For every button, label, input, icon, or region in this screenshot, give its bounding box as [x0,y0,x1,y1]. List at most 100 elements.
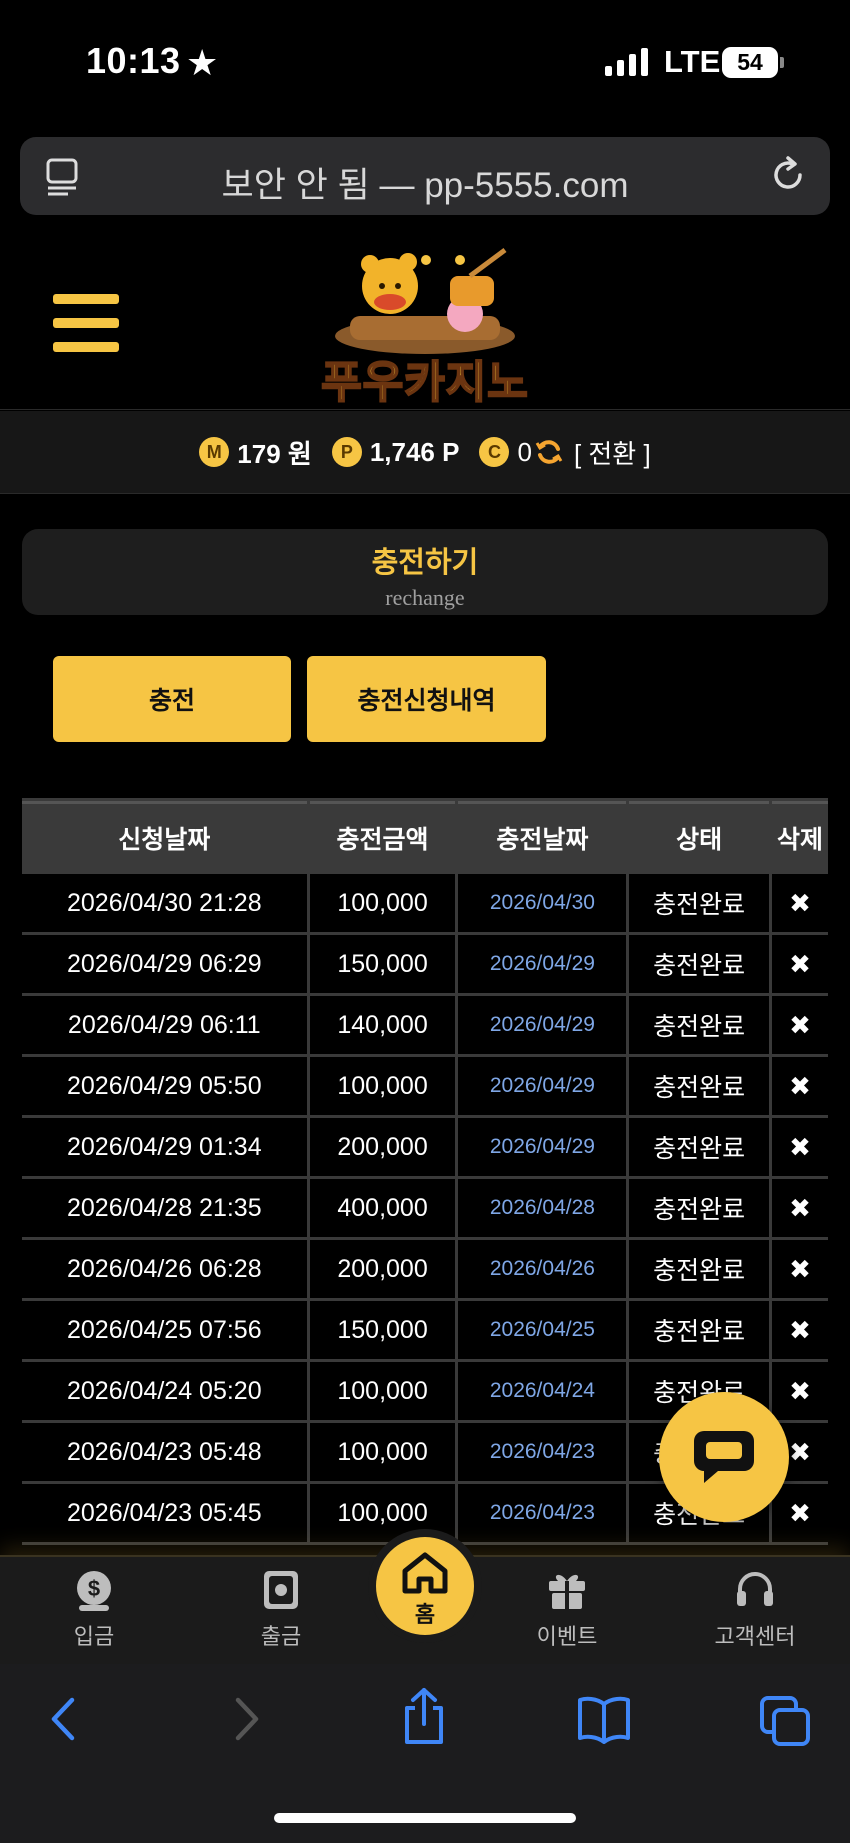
site-header: 푸우카지노 [0,238,850,410]
signal-icon [605,48,648,76]
header-delete: 삭제 [772,801,828,871]
amount-cell: 140,000 [309,996,456,1054]
refresh-icon[interactable] [534,437,564,467]
battery-icon: 54 [722,47,784,78]
charge-date-cell: 2026/04/28 [458,1179,627,1237]
charge-date-cell: 2026/04/29 [458,935,627,993]
header-charge-date: 충전날짜 [458,801,627,871]
casino-coin-icon: C [479,437,510,467]
table-header-row: 신청날짜 충전금액 충전날짜 상태 삭제 [22,801,828,871]
status-cell: 충전완료 [629,1301,770,1359]
nav-support-label: 고객센터 [714,1624,796,1649]
nav-home[interactable]: 홈 [368,1529,482,1643]
money-value: 179 원 [237,438,312,469]
nav-deposit-label: 입금 [73,1624,115,1649]
amount-cell: 100,000 [309,1362,456,1420]
charge-date-cell: 2026/04/29 [458,1118,627,1176]
table-row: 2026/04/29 05:50 100,000 2026/04/29 충전완료 ✖ [22,1057,828,1115]
address-bar[interactable]: 보안 안 됨 — pp-5555.com [20,137,830,215]
delete-icon[interactable]: ✖ [772,1057,828,1115]
star-icon: ★ [186,42,219,83]
amount-cell: 100,000 [309,874,456,932]
table-row: 2026/04/28 21:35 400,000 2026/04/28 충전완료 ✖ [22,1179,828,1237]
convert-link[interactable]: [ 전환 ] [574,434,651,471]
status-cell: 충전완료 [629,935,770,993]
money-balance: M 179 원 [199,434,312,471]
request-date-cell: 2026/04/29 01:34 [22,1118,307,1176]
bookmarks-icon[interactable] [576,1694,632,1744]
amount-cell: 100,000 [309,1057,456,1115]
nav-event-label: 이벤트 [536,1624,598,1649]
charge-date-cell: 2026/04/23 [458,1484,627,1542]
network-label: LTE [664,44,721,79]
table-row: 2026/04/30 21:28 100,000 2026/04/30 충전완료 ✖ [22,874,828,932]
safe-icon [264,1571,298,1609]
status-cell: 충전완료 [629,1057,770,1115]
delete-icon[interactable]: ✖ [772,1484,828,1542]
table-row: 2026/04/29 06:29 150,000 2026/04/29 충전완료 ✖ [22,935,828,993]
tabs-icon[interactable] [758,1694,812,1748]
delete-icon[interactable]: ✖ [772,1118,828,1176]
nav-support[interactable]: 고객센터 [695,1567,815,1651]
logo-text: 푸우카지노 [320,357,529,408]
delete-icon[interactable]: ✖ [772,1301,828,1359]
hamburger-menu-icon[interactable] [53,294,119,352]
share-icon[interactable] [399,1686,449,1746]
status-cell: 충전완료 [629,1240,770,1298]
charge-date-cell: 2026/04/29 [458,1057,627,1115]
logo[interactable]: 푸우카지노 [300,246,550,408]
request-date-cell: 2026/04/30 21:28 [22,874,307,932]
svg-text:$: $ [88,1576,100,1601]
charge-history-button[interactable]: 충전신청내역 [307,656,546,742]
point-balance: P 1,746 P [331,436,460,468]
charge-button[interactable]: 충전 [53,656,291,742]
header-amount: 충전금액 [309,801,456,871]
request-date-cell: 2026/04/25 07:56 [22,1301,307,1359]
dollar-bag-icon: $ [77,1571,111,1611]
home-indicator [274,1813,576,1823]
delete-icon[interactable]: ✖ [772,935,828,993]
status-cell: 충전완료 [629,996,770,1054]
home-icon [402,1552,448,1594]
casino-value: 0 [517,436,532,467]
chat-button[interactable] [659,1392,789,1522]
point-value: 1,746 P [369,436,460,467]
status-time: 10:13 [86,40,181,81]
delete-icon[interactable]: ✖ [772,1240,828,1298]
casino-balance: C 0 [ 전환 ] [479,434,651,471]
request-date-cell: 2026/04/29 06:11 [22,996,307,1054]
nav-deposit[interactable]: $ 입금 [34,1567,154,1651]
charge-date-cell: 2026/04/23 [458,1423,627,1481]
request-date-cell: 2026/04/26 06:28 [22,1240,307,1298]
chat-bubble-icon [694,1431,754,1483]
nav-event[interactable]: 이벤트 [507,1567,627,1651]
delete-icon[interactable]: ✖ [772,996,828,1054]
back-arrow-icon[interactable] [46,1694,80,1744]
headset-icon [737,1572,773,1606]
request-date-cell: 2026/04/23 05:48 [22,1423,307,1481]
amount-cell: 150,000 [309,1301,456,1359]
request-date-cell: 2026/04/29 05:50 [22,1057,307,1115]
request-date-cell: 2026/04/23 05:45 [22,1484,307,1542]
reload-icon[interactable] [768,155,808,195]
delete-icon[interactable]: ✖ [772,874,828,932]
request-date-cell: 2026/04/24 05:20 [22,1362,307,1420]
charge-date-cell: 2026/04/25 [458,1301,627,1359]
url-text[interactable]: 보안 안 됨 — pp-5555.com [20,157,830,208]
amount-cell: 150,000 [309,935,456,993]
forward-arrow-icon[interactable] [230,1694,264,1744]
request-date-cell: 2026/04/29 06:29 [22,935,307,993]
section-header: 충전하기 rechange [22,529,828,615]
delete-icon[interactable]: ✖ [772,1362,828,1420]
amount-cell: 100,000 [309,1423,456,1481]
nav-withdraw[interactable]: 출금 [221,1567,341,1651]
delete-icon[interactable]: ✖ [772,1179,828,1237]
charge-date-cell: 2026/04/30 [458,874,627,932]
nav-home-label: 홈 [414,1602,436,1627]
table-row: 2026/04/29 06:11 140,000 2026/04/29 충전완료 ✖ [22,996,828,1054]
money-coin-icon: M [199,437,230,467]
point-coin-icon: P [331,437,362,467]
request-date-cell: 2026/04/28 21:35 [22,1179,307,1237]
nav-withdraw-label: 출금 [260,1624,302,1649]
status-cell: 충전완료 [629,874,770,932]
